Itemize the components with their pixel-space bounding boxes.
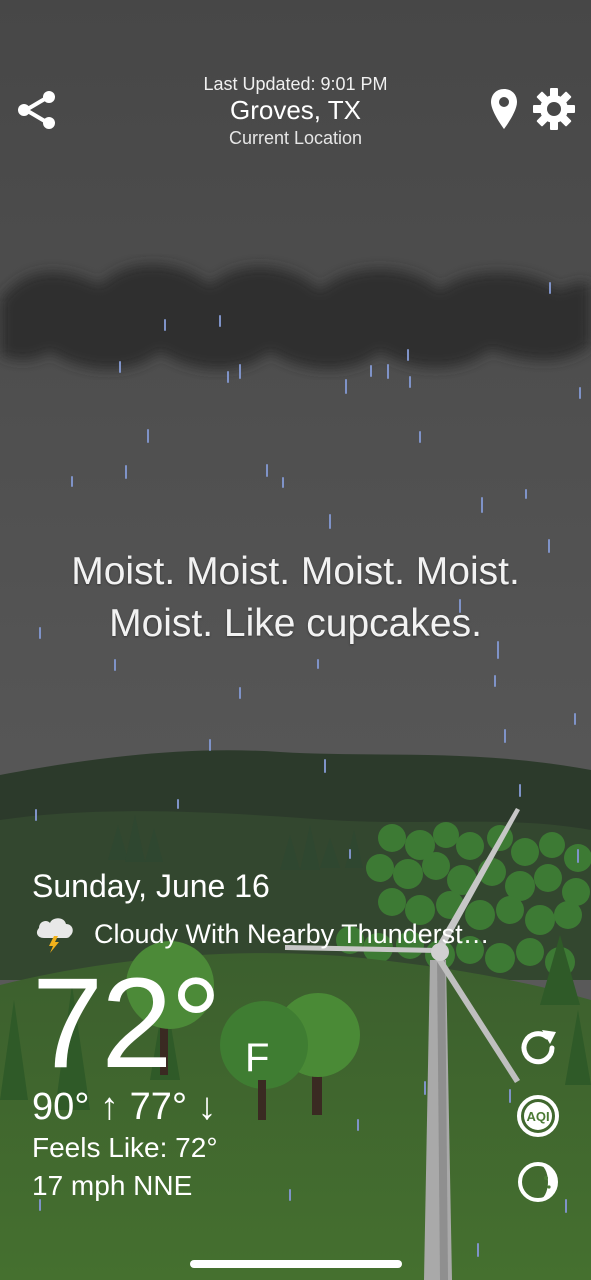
settings-button[interactable] [530, 86, 578, 132]
quote-line-2: Moist. Like cupcakes. [109, 602, 482, 645]
gear-icon [533, 88, 575, 130]
moon-phase-button[interactable] [514, 1158, 562, 1206]
storm-cloud [0, 264, 591, 370]
home-indicator[interactable] [190, 1260, 402, 1268]
condition-text: Cloudy With Nearby Thunderst… [94, 918, 490, 949]
aqi-label: AQI [526, 1109, 549, 1124]
feels-like: Feels Like: 72° [32, 1132, 218, 1163]
moon-phase-icon [518, 1162, 558, 1202]
wind-speed: 17 mph NNE [32, 1170, 193, 1201]
current-temperature: 72° [32, 952, 222, 1095]
aqi-button[interactable]: AQI [514, 1092, 562, 1140]
high-low-temperature: 90° ↑ 77° ↓ [32, 1086, 217, 1128]
refresh-icon [521, 1030, 556, 1065]
quote-line-1: Moist. Moist. Moist. Moist. [71, 550, 520, 593]
aqi-icon: AQI [517, 1095, 559, 1137]
forecast-date: Sunday, June 16 [32, 868, 270, 904]
weather-quote: Moist. Moist. Moist. Moist. Moist. Like … [20, 546, 571, 650]
condition-row: Cloudy With Nearby Thunderst… [32, 914, 572, 954]
location-button[interactable] [486, 86, 522, 132]
refresh-button[interactable] [514, 1024, 562, 1072]
thunderstorm-cloud-icon [36, 918, 73, 953]
location-pin-icon [491, 89, 517, 129]
temperature-unit[interactable]: F [245, 1036, 269, 1081]
